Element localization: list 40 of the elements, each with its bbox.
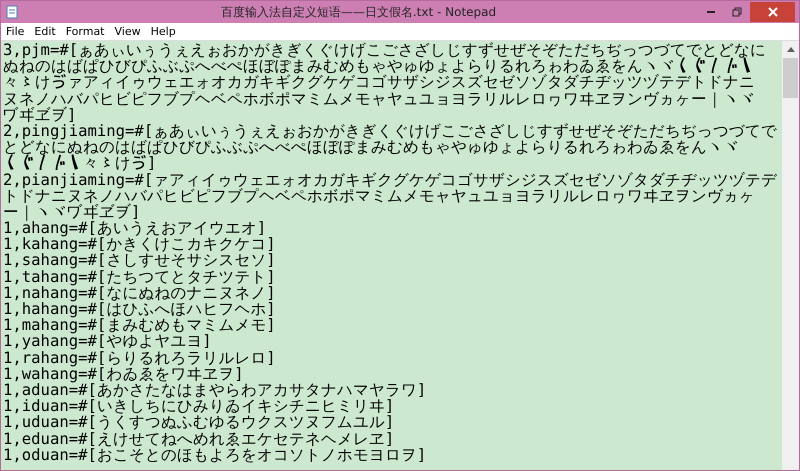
text-line: 1,rahang=#[らりるれろラリルレロ] <box>3 350 277 366</box>
text-line: 2,pingjiaming=#[ぁあぃいぅうぇえぉおかがきぎくぐけげこごさざしじすずせぜそぞただちぢっつづてで <box>3 122 778 140</box>
text-line: 1,uduan=#[うくすつぬふむゆるウクスツヌフムユル] <box>3 414 396 430</box>
scrollbar[interactable] <box>782 41 799 470</box>
text-line: 々〻けゔァアィイゥウェエォオカガキギクグケゲコゴサザシジスズセゼソゾタダチヂッツヅテデトドナニ <box>3 74 756 91</box>
text-line: 1,sahang=#[さしすせそサシスセソ] <box>3 252 277 269</box>
text-line: 1,ahang=#[あいうえおアイウエオ] <box>3 220 268 236</box>
text-line: 1,aduan=#[あかさたなはまやらわアカサタナハマヤラワ] <box>3 382 428 398</box>
text-line: 1,kahang=#[かきくけこカキクケコ] <box>3 236 277 252</box>
text-line: 〱〲〳〴〵々〻けゔ] <box>3 155 156 172</box>
text-line: 1,nahang=#[なにぬねのナニヌネノ] <box>3 284 277 301</box>
text-line: 1,tahang=#[たちつてとタチツテト] <box>3 268 277 285</box>
text-line: トドナニヌネノハバパヒビピフブプヘベペホボポマミムメモャヤュユョヨラリルレロヮワヰヱヲンヴヵヶ <box>3 188 755 204</box>
close-button[interactable] <box>750 2 795 22</box>
menu-item[interactable]: File <box>1 23 30 40</box>
text-line: 1,wahang=#[わゐゑをワヰヱヲ] <box>3 366 245 382</box>
text-line: 1,oduan=#[おこそとのほもよろをオコソトノホモヨロヲ] <box>3 446 428 463</box>
window-title: 百度输入法自定义短语——日文假名.txt - Notepad <box>220 4 498 21</box>
notepad-icon <box>5 5 19 19</box>
menu-item[interactable]: Format <box>60 23 110 40</box>
text-line: 1,hahang=#[はひふへほハヒフヘホ] <box>3 301 277 318</box>
minimize-icon <box>706 11 716 13</box>
scroll-thumb[interactable] <box>783 58 798 98</box>
close-icon <box>768 7 778 17</box>
restore-icon <box>732 7 742 17</box>
menu-item[interactable]: View <box>110 23 146 40</box>
menu-item[interactable]: Edit <box>29 23 61 40</box>
menu-item[interactable]: Help <box>146 23 181 40</box>
text-line: 1,yahang=#[やゆよヤユヨ] <box>3 333 213 350</box>
text-line: ー｜ヽヾヷヸヹヺ] <box>3 204 142 220</box>
text-line: ヷヸヹヺ] <box>3 106 78 123</box>
text-line: ヌネノハバパヒビピフブプヘベペホボポマミムメモャヤュユョヨラリルレロヮワヰヱヲンヴヵヶー｜ヽヾ <box>3 90 756 107</box>
text-line: ぬねのはばぱひびぴふぶぷへべぺほぼぽまみむめもゃやゅゆょよらりるれろゎわゐゑをんヽヾ〱〲〳〴〵 <box>3 58 756 74</box>
scroll-up-icon[interactable] <box>786 47 794 52</box>
text-line: 1,mahang=#[まみむめもマミムメモ] <box>3 317 277 334</box>
text-line: 3,pjm=#[ぁあぃいぅうぇえぉおかがきぎくぐけげこごさざしじすずせぜそぞただちぢっつづてでとどなに <box>3 42 768 58</box>
text-line: 1,iduan=#[いきしちにひみりゐイキシチニヒミリヰ] <box>3 398 396 414</box>
text-line: とどなにぬねのはばぱひびぴふぶぷへべぺほぼぽまみむめもゃやゅゆょよらりるれろゎわゐゑをんヽヾ <box>3 139 740 156</box>
text-line: 2,pianjiaming=#[ァアィイゥウェエォオカガキギクグケゲコゴサザシジスズセゼソゾタダチヂッツヅテデ <box>3 172 778 188</box>
text-line: 1,eduan=#[えけせてねへめれゑエケセテネヘメレヱ] <box>3 430 396 447</box>
